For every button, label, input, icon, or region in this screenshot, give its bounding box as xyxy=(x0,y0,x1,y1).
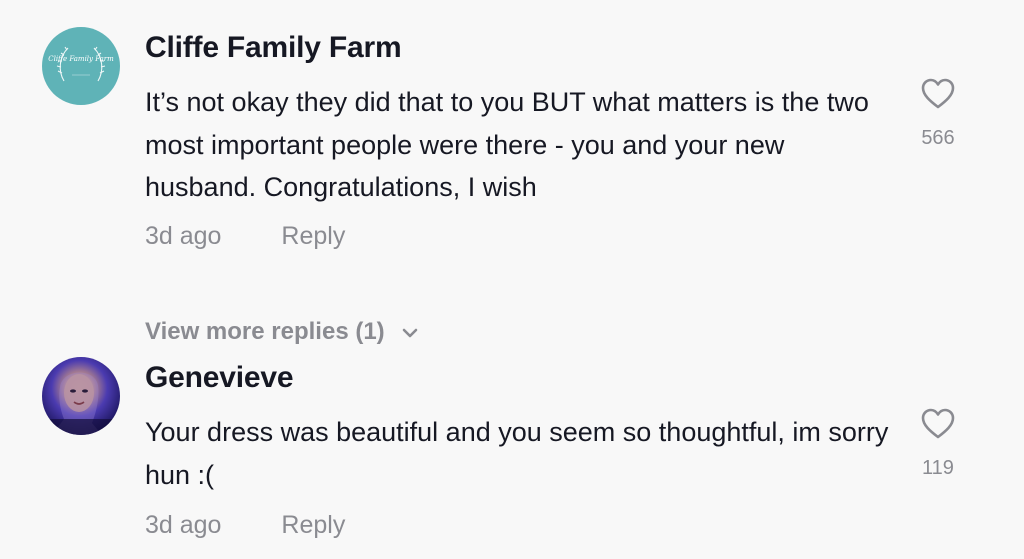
heart-outline-icon[interactable] xyxy=(920,407,956,440)
chevron-down-icon xyxy=(401,327,419,339)
view-more-replies-label: View more replies (1) xyxy=(145,318,385,345)
comment-username[interactable]: Cliffe Family Farm xyxy=(145,31,402,65)
like-count: 119 xyxy=(922,457,954,479)
avatar[interactable]: Cliffe Family Farm xyxy=(42,27,120,105)
like-button[interactable]: 119 xyxy=(908,407,968,480)
like-count: 566 xyxy=(921,127,955,149)
reply-button[interactable]: Reply xyxy=(281,222,345,251)
comment-username[interactable]: Genevieve xyxy=(145,361,294,395)
view-more-replies-button[interactable]: View more replies (1) xyxy=(145,318,419,346)
comment-timestamp: 3d ago xyxy=(145,511,222,539)
farm-logo-text: Cliffe Family Farm xyxy=(48,55,114,63)
comment-text: It’s not okay they did that to you BUT w… xyxy=(145,87,869,202)
user-photo-icon xyxy=(42,372,120,435)
comment-timestamp: 3d ago xyxy=(145,222,222,250)
comments-list: Cliffe Family Farm Cliffe Family Farm It… xyxy=(0,0,1024,559)
heart-outline-icon[interactable] xyxy=(920,77,956,110)
comment-meta: 3d ago Reply xyxy=(145,222,345,251)
comment-text: Your dress was beautiful and you seem so… xyxy=(145,417,889,490)
reply-button[interactable]: Reply xyxy=(281,511,345,540)
comment-meta: 3d ago Reply xyxy=(145,511,345,540)
like-button[interactable]: 566 xyxy=(908,77,968,150)
avatar[interactable] xyxy=(42,357,120,435)
farm-logo-icon: Cliffe Family Farm xyxy=(48,46,114,82)
